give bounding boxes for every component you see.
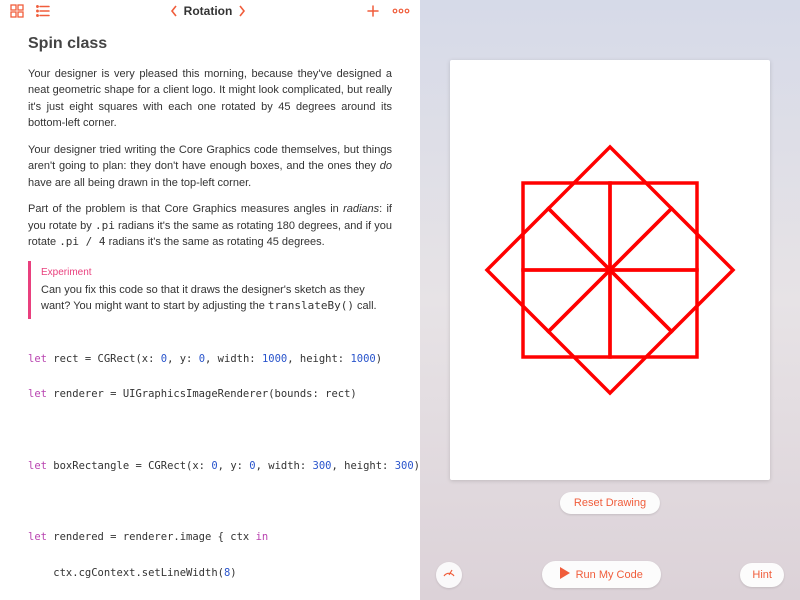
play-icon bbox=[560, 567, 570, 582]
code-block[interactable]: let rect = CGRect(x: 0, y: 0, width: 100… bbox=[28, 333, 392, 600]
chevron-right-icon[interactable] bbox=[238, 5, 246, 17]
experiment-callout: Experiment Can you fix this code so that… bbox=[28, 261, 392, 319]
heading: Spin class bbox=[28, 32, 392, 56]
run-button[interactable]: Run My Code bbox=[542, 561, 661, 588]
list-icon[interactable] bbox=[36, 5, 50, 17]
output-pane: Reset Drawing Run My Code Hint bbox=[420, 0, 800, 600]
chevron-left-icon[interactable] bbox=[170, 5, 178, 17]
drawing-canvas bbox=[450, 60, 770, 480]
grid-icon[interactable] bbox=[10, 4, 24, 18]
plus-icon[interactable] bbox=[366, 4, 380, 18]
document-content: Spin class Your designer is very pleased… bbox=[0, 22, 420, 600]
speed-button[interactable] bbox=[436, 562, 462, 588]
callout-text: Can you fix this code so that it draws t… bbox=[41, 282, 392, 315]
more-icon[interactable] bbox=[392, 8, 410, 14]
hint-button[interactable]: Hint bbox=[740, 563, 784, 587]
paragraph: Part of the problem is that Core Graphic… bbox=[28, 201, 392, 251]
paragraph: Your designer tried writing the Core Gra… bbox=[28, 142, 392, 192]
toolbar: Rotation bbox=[0, 0, 420, 22]
rendered-drawing bbox=[465, 125, 755, 415]
gauge-icon bbox=[442, 565, 456, 584]
paragraph: Your designer is very pleased this morni… bbox=[28, 66, 392, 132]
reset-button[interactable]: Reset Drawing bbox=[560, 492, 660, 514]
editor-pane: Rotation Spin class Your designer is ver… bbox=[0, 0, 420, 600]
callout-label: Experiment bbox=[41, 265, 392, 280]
page-title: Rotation bbox=[184, 4, 233, 18]
